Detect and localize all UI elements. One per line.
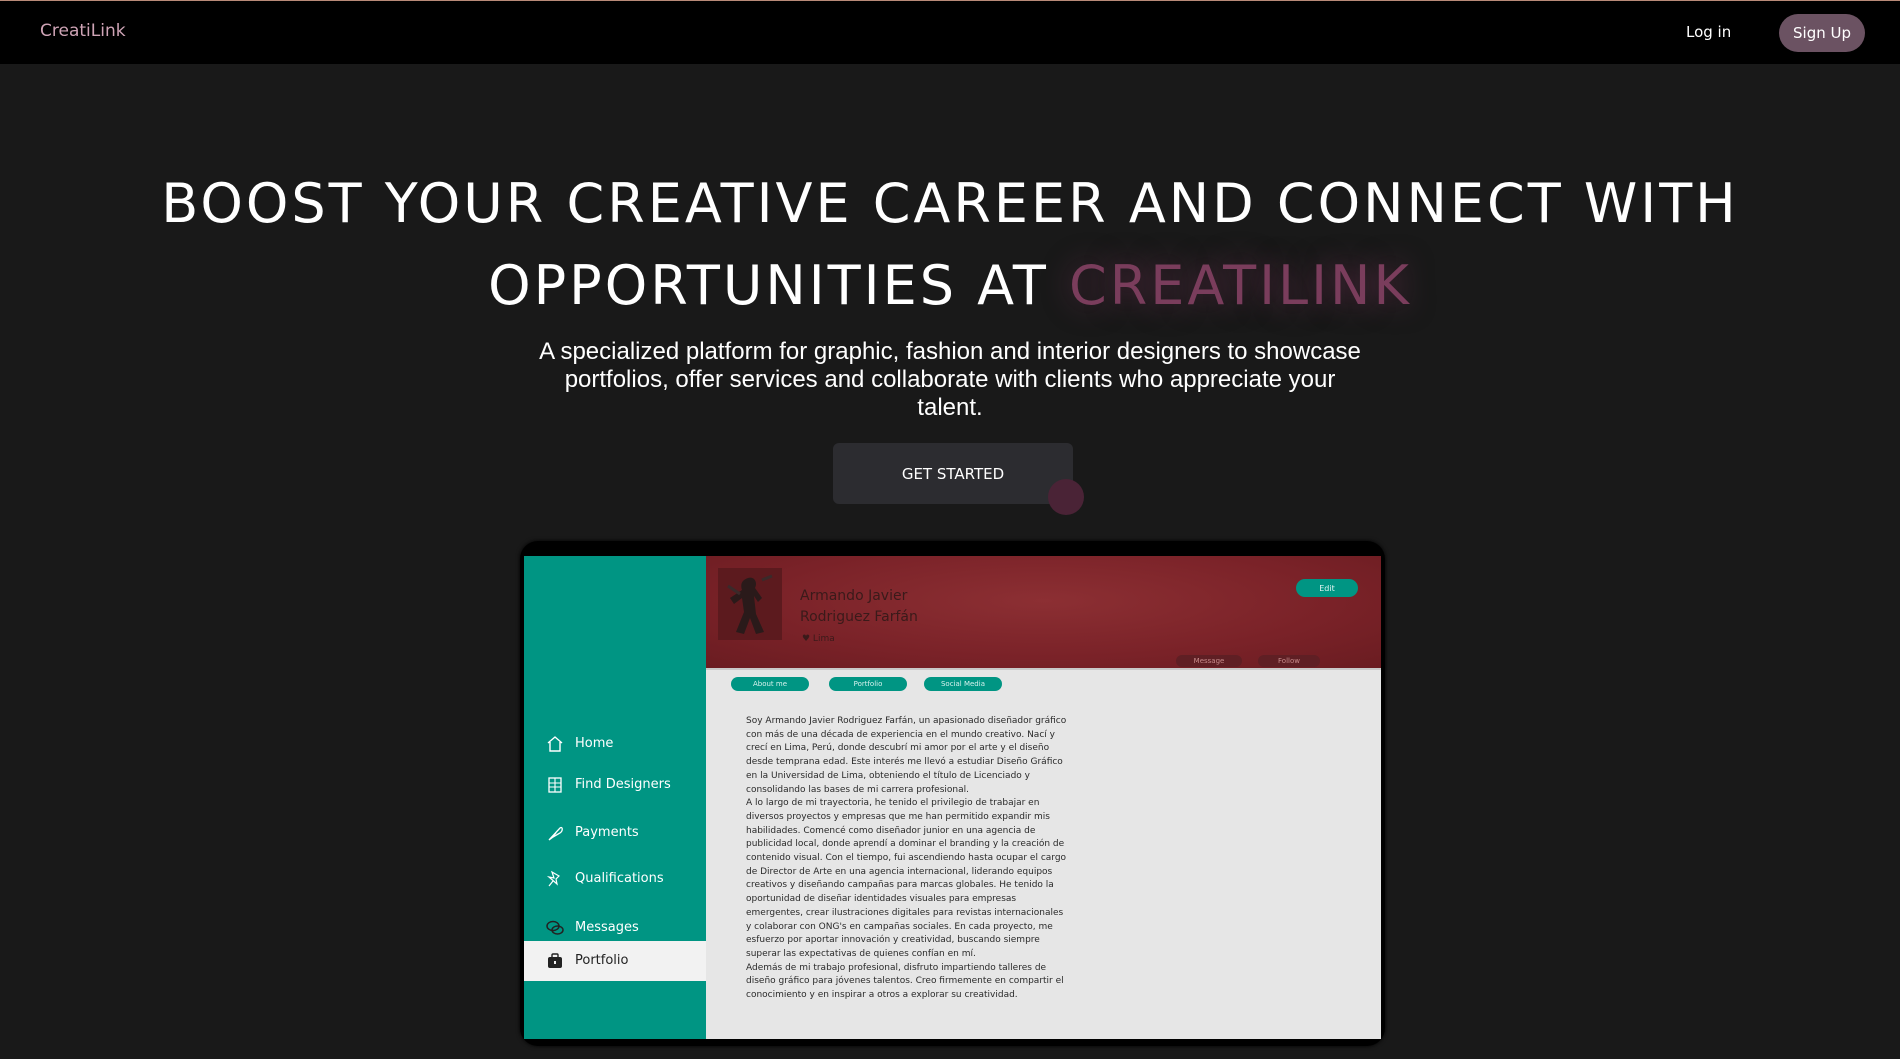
profile-location: ♥ Lima: [802, 634, 835, 644]
get-started-button[interactable]: GET STARTED: [833, 443, 1073, 504]
avatar: [718, 568, 782, 640]
cursor-dot: [1048, 479, 1084, 515]
feather-icon: [546, 824, 564, 842]
follow-button[interactable]: Follow: [1258, 655, 1320, 667]
chat-icon: [546, 919, 564, 937]
message-button[interactable]: Message: [1176, 655, 1242, 667]
profile-name: Armando Javier Rodriguez Farfán: [800, 586, 918, 628]
home-icon: [546, 735, 564, 753]
sidebar-item-label: Payments: [575, 825, 639, 840]
about-paragraph: Además de mi trabajo profesional, disfru…: [746, 962, 1064, 1001]
sidebar-item-portfolio[interactable]: Portfolio: [524, 941, 706, 981]
sidebar-item-home[interactable]: Home: [524, 724, 706, 764]
sidebar-item-label: Find Designers: [575, 777, 671, 792]
profile-name-line2: Rodriguez Farfán: [800, 609, 918, 625]
about-paragraph: A lo largo de mi trayectoria, he tenido …: [746, 798, 1067, 959]
about-me-text: Soy Armando Javier Rodriguez Farfán, un …: [746, 715, 1069, 1003]
pin-icon: [546, 870, 564, 888]
hero-title-accent: CREATILINK: [1069, 254, 1412, 317]
hero-title: BOOST YOUR CREATIVE CAREER AND CONNECT W…: [150, 163, 1750, 327]
sidebar-item-qualifications[interactable]: Qualifications: [524, 859, 706, 899]
tab-portfolio[interactable]: Portfolio: [829, 677, 907, 691]
sidebar-item-payments[interactable]: Payments: [524, 813, 706, 853]
sidebar-item-label: Portfolio: [575, 953, 629, 968]
about-paragraph: Soy Armando Javier Rodriguez Farfán, un …: [746, 716, 1067, 795]
brand-logo[interactable]: CreatiLink: [40, 21, 126, 41]
sidebar-item-find-designers[interactable]: Find Designers: [524, 765, 706, 805]
hero-subtitle: A specialized platform for graphic, fash…: [539, 338, 1361, 421]
preview-sidebar: Home Find Designers Payments Qualificati…: [524, 556, 706, 1039]
sidebar-item-label: Messages: [575, 920, 639, 935]
profile-header: Armando Javier Rodriguez Farfán ♥ Lima E…: [706, 556, 1381, 670]
edit-button[interactable]: Edit: [1296, 579, 1358, 597]
top-navbar: CreatiLink Log in Sign Up: [0, 0, 1900, 64]
app-preview-screen: Home Find Designers Payments Qualificati…: [524, 556, 1381, 1039]
hero-title-line2: OPPORTUNITIES AT: [488, 254, 1049, 317]
sidebar-item-label: Home: [575, 736, 614, 751]
hero-title-line1: BOOST YOUR CREATIVE CAREER AND CONNECT W…: [161, 172, 1739, 235]
tab-about-me[interactable]: About me: [731, 677, 809, 691]
building-icon: [546, 776, 564, 794]
profile-name-line1: Armando Javier: [800, 588, 908, 604]
sidebar-item-label: Qualifications: [575, 871, 664, 886]
signup-button[interactable]: Sign Up: [1779, 14, 1865, 52]
briefcase-icon: [546, 952, 564, 970]
login-link[interactable]: Log in: [1686, 23, 1731, 41]
tab-social-media[interactable]: Social Media: [924, 677, 1002, 691]
